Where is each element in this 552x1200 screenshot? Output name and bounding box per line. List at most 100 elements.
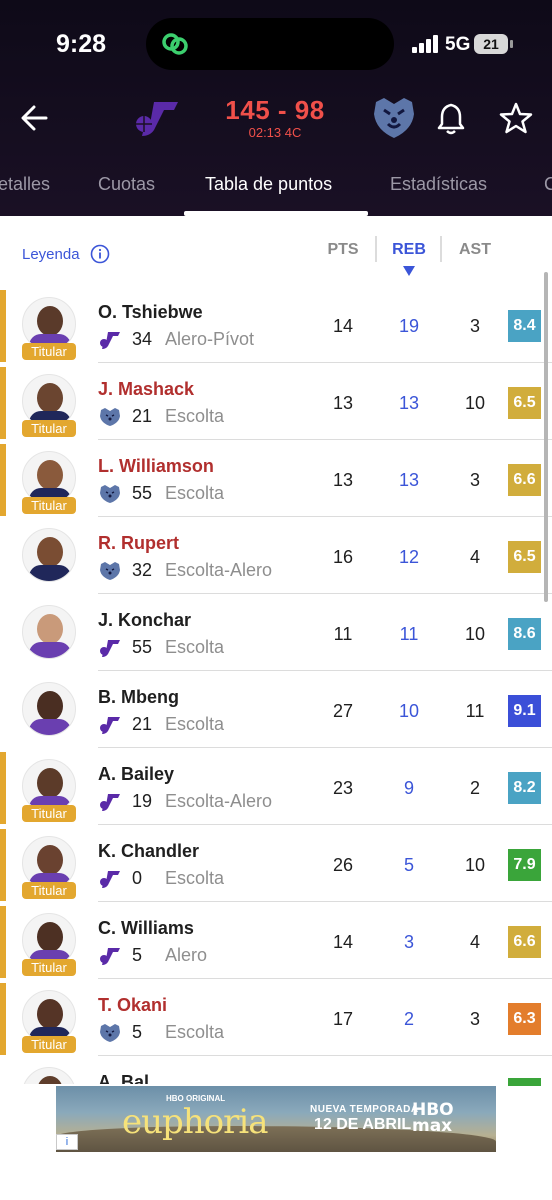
starter-badge: Titular bbox=[22, 343, 76, 360]
player-row[interactable]: Titular A. Bailey 19 Escolta-Alero 23 9 2 8.2 bbox=[0, 748, 552, 825]
column-divider bbox=[440, 236, 442, 262]
battery-icon: 21 bbox=[474, 34, 508, 54]
tab-estadisticas[interactable]: Estadísticas bbox=[390, 174, 487, 195]
player-rating: 8.4 bbox=[508, 310, 541, 342]
player-rating: 6.5 bbox=[508, 541, 541, 573]
stat-ast: 3 bbox=[469, 1009, 480, 1029]
scrollbar[interactable] bbox=[544, 272, 548, 602]
star-icon[interactable] bbox=[498, 100, 534, 136]
jersey-number: 19 bbox=[132, 791, 153, 811]
starter-badge: Titular bbox=[22, 1036, 76, 1053]
stat-pts: 14 bbox=[332, 316, 354, 336]
starter-badge: Titular bbox=[22, 959, 76, 976]
player-name[interactable]: T. Okani bbox=[98, 995, 167, 1016]
grizzlies-logo-icon bbox=[98, 561, 122, 581]
player-row[interactable]: Titular C. Williams 5 Alero 14 3 4 6.6 bbox=[0, 902, 552, 979]
battery-tip bbox=[510, 40, 513, 48]
player-row[interactable]: Titular L. Williamson 55 Escolta 13 13 3 6.6 bbox=[0, 440, 552, 517]
starter-indicator bbox=[0, 752, 6, 824]
legend-link[interactable]: Leyenda bbox=[22, 246, 80, 263]
player-row[interactable]: B. Mbeng 21 Escolta 27 10 11 9.1 bbox=[0, 671, 552, 748]
player-name[interactable]: R. Rupert bbox=[98, 533, 179, 554]
game-nav: 145 - 98 02:13 4C bbox=[0, 90, 552, 150]
info-icon[interactable] bbox=[90, 244, 110, 264]
player-name[interactable]: L. Williamson bbox=[98, 456, 214, 477]
player-rating: 6.6 bbox=[508, 926, 541, 958]
player-row[interactable]: Titular T. Okani 5 Escolta 17 2 3 6.3 bbox=[0, 979, 552, 1056]
player-position: Escolta bbox=[165, 868, 225, 888]
network-type: 5G bbox=[445, 34, 471, 55]
stat-reb: 9 bbox=[403, 778, 414, 798]
stat-pts: 16 bbox=[332, 547, 354, 567]
stat-pts: 27 bbox=[332, 701, 354, 721]
column-divider bbox=[375, 236, 377, 262]
tab-bar: etalles Cuotas Tabla de puntos Estadísti… bbox=[0, 160, 552, 216]
stat-pts: 17 bbox=[332, 1009, 354, 1029]
tab-tabla-de-puntos[interactable]: Tabla de puntos bbox=[205, 174, 332, 195]
status-time: 9:28 bbox=[56, 30, 107, 58]
stat-reb: 11 bbox=[399, 624, 419, 644]
jazz-logo-icon bbox=[98, 715, 122, 735]
player-rating: 6.6 bbox=[508, 464, 541, 496]
stat-ast: 3 bbox=[469, 470, 480, 490]
player-avatar bbox=[22, 605, 76, 659]
signal-icon bbox=[412, 35, 442, 53]
jersey-number: 5 bbox=[132, 1022, 143, 1042]
jazz-logo-icon bbox=[98, 946, 122, 966]
starter-indicator bbox=[0, 444, 6, 516]
grizzlies-logo-icon[interactable] bbox=[370, 94, 418, 142]
rating-badge-partial bbox=[508, 1078, 541, 1086]
player-row[interactable]: Titular J. Mashack 21 Escolta 13 13 10 6.5 bbox=[0, 363, 552, 440]
back-arrow-icon[interactable] bbox=[16, 100, 56, 136]
stat-pts: 13 bbox=[332, 393, 354, 413]
stat-ast: 4 bbox=[469, 547, 480, 567]
status-bar: 9:28 5G 21 bbox=[0, 0, 552, 90]
tab-detalles[interactable]: etalles bbox=[0, 174, 50, 195]
player-row[interactable]: R. Rupert 32 Escolta-Alero 16 12 4 6.5 bbox=[0, 517, 552, 594]
player-row[interactable]: Titular K. Chandler 0 Escolta 26 5 10 7.9 bbox=[0, 825, 552, 902]
column-pts[interactable]: PTS bbox=[318, 241, 368, 259]
player-position: Alero bbox=[165, 945, 208, 965]
stat-ast: 4 bbox=[469, 932, 480, 952]
player-name[interactable]: O. Tshiebwe bbox=[98, 302, 203, 323]
tab-cuotas[interactable]: Cuotas bbox=[98, 174, 155, 195]
ad-info-icon[interactable]: i bbox=[56, 1134, 78, 1150]
bell-icon[interactable] bbox=[434, 100, 468, 136]
starter-badge: Titular bbox=[22, 805, 76, 822]
player-name[interactable]: A. Bailey bbox=[98, 764, 174, 785]
game-clock: 02:13 4C bbox=[248, 125, 302, 140]
stat-pts: 11 bbox=[333, 624, 353, 644]
starter-indicator bbox=[0, 906, 6, 978]
ad-logo: HBO max bbox=[412, 1100, 454, 1136]
column-ast[interactable]: AST bbox=[450, 241, 500, 259]
game-score: 145 - 98 bbox=[225, 95, 325, 125]
player-rating: 9.1 bbox=[508, 695, 541, 727]
ad-banner[interactable]: HBO ORIGINAL euphoria NUEVA TEMPORADA 12… bbox=[56, 1086, 496, 1152]
player-name[interactable]: J. Mashack bbox=[98, 379, 194, 400]
stat-pts: 13 bbox=[332, 470, 354, 490]
stat-reb: 10 bbox=[398, 701, 420, 721]
player-row[interactable]: Titular O. Tshiebwe 34 Alero-Pívot 14 19 3 8.4 bbox=[0, 286, 552, 363]
stat-reb: 19 bbox=[398, 316, 420, 336]
jazz-logo-icon[interactable] bbox=[132, 98, 182, 138]
player-name[interactable]: K. Chandler bbox=[98, 841, 199, 862]
player-rating: 6.3 bbox=[508, 1003, 541, 1035]
starter-badge: Titular bbox=[22, 497, 76, 514]
jazz-logo-icon bbox=[98, 638, 122, 658]
starter-badge: Titular bbox=[22, 882, 76, 899]
player-name[interactable]: C. Williams bbox=[98, 918, 194, 939]
stat-ast: 2 bbox=[469, 778, 480, 798]
column-reb[interactable]: REB bbox=[384, 241, 434, 259]
player-name[interactable]: J. Konchar bbox=[98, 610, 191, 631]
player-name[interactable]: B. Mbeng bbox=[98, 687, 179, 708]
stat-pts: 14 bbox=[332, 932, 354, 952]
stat-ast: 10 bbox=[464, 855, 486, 875]
grizzlies-logo-icon bbox=[98, 407, 122, 427]
link-icon bbox=[162, 33, 188, 55]
player-row[interactable]: J. Konchar 55 Escolta 11 11 10 8.6 bbox=[0, 594, 552, 671]
grizzlies-logo-icon bbox=[98, 1023, 122, 1043]
player-rating: 7.9 bbox=[508, 849, 541, 881]
jersey-number: 34 bbox=[132, 329, 153, 349]
player-avatar bbox=[22, 682, 76, 736]
tab-next[interactable]: C bbox=[544, 174, 552, 195]
